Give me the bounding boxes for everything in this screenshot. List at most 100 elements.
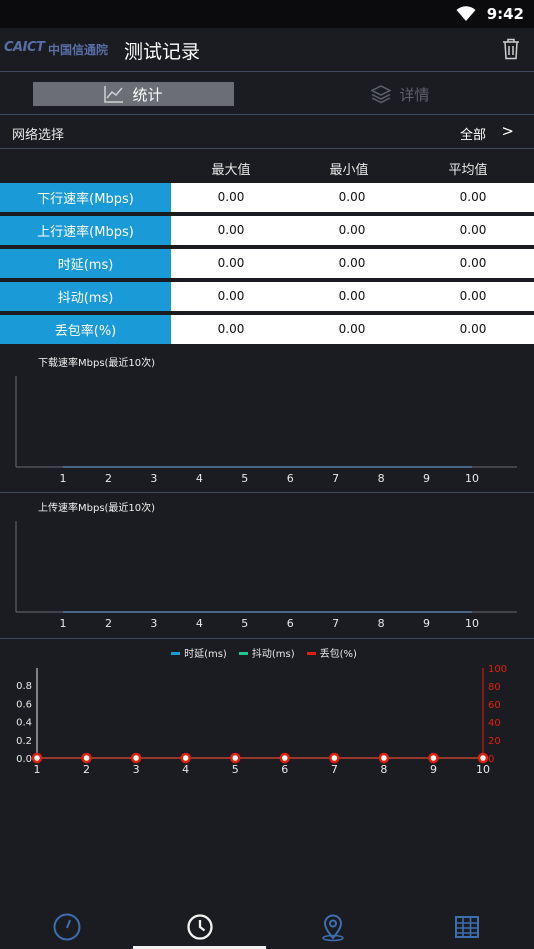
divider bbox=[0, 492, 534, 493]
left-tick-label: 0.8 bbox=[16, 681, 32, 692]
stat-avg: 0.00 bbox=[459, 289, 487, 303]
stat-name: 下行速率(Mbps) bbox=[0, 183, 171, 212]
stat-name: 抖动(ms) bbox=[0, 282, 171, 311]
location-pin-icon[interactable] bbox=[318, 912, 348, 942]
stat-max: 0.00 bbox=[217, 256, 245, 270]
tab-bar: 统计 详情 bbox=[0, 76, 534, 112]
left-tick-label: 0.6 bbox=[16, 699, 32, 710]
data-point bbox=[81, 752, 92, 764]
x-tick-label: 1 bbox=[34, 763, 41, 776]
upload-speed-chart: 1 2 3 4 5 6 7 8 9 10 bbox=[15, 521, 517, 630]
page-title: 测试记录 bbox=[124, 41, 201, 63]
stat-min: 0.00 bbox=[338, 322, 366, 336]
stats-header: 最大值 最小值 平均值 bbox=[0, 150, 534, 182]
x-tick-label: 7 bbox=[331, 763, 338, 776]
left-tick-label: 0.0 bbox=[16, 754, 32, 765]
right-tick-label: 80 bbox=[488, 682, 501, 693]
data-point bbox=[378, 752, 390, 764]
stat-name: 丢包率(%) bbox=[0, 315, 171, 344]
x-tick-label: 9 bbox=[430, 763, 437, 776]
stat-row-latency: 时延(ms) 0.00 0.00 0.00 bbox=[0, 249, 534, 278]
clock-icon[interactable] bbox=[185, 912, 215, 942]
tab-details[interactable]: 详情 bbox=[300, 82, 501, 106]
stat-name: 上行速率(Mbps) bbox=[0, 216, 171, 245]
header-min: 最小值 bbox=[329, 163, 369, 178]
bottom-nav bbox=[0, 904, 534, 949]
x-tick-label: 3 bbox=[133, 763, 140, 776]
wifi-icon bbox=[456, 6, 476, 21]
x-tick-label: 2 bbox=[105, 617, 112, 630]
logo-org: 中国信通院 bbox=[48, 43, 109, 57]
stat-min: 0.00 bbox=[338, 256, 366, 270]
data-point bbox=[180, 752, 191, 764]
stat-name: 时延(ms) bbox=[0, 249, 171, 278]
stat-row-download: 下行速率(Mbps) 0.00 0.00 0.00 bbox=[0, 183, 534, 212]
legend-loss: 丢包(%) bbox=[306, 645, 357, 660]
x-tick-label: 6 bbox=[287, 617, 294, 630]
tab-statistics[interactable]: 统计 bbox=[33, 82, 234, 106]
x-tick-label: 5 bbox=[241, 617, 248, 630]
x-tick-label: 6 bbox=[287, 472, 294, 485]
caict-logo: CAICT 中国信通院 bbox=[4, 40, 112, 58]
stat-row-jitter: 抖动(ms) 0.00 0.00 0.00 bbox=[0, 282, 534, 311]
stat-row-upload: 上行速率(Mbps) 0.00 0.00 0.00 bbox=[0, 216, 534, 245]
x-tick-label: 10 bbox=[465, 472, 479, 485]
x-tick-label: 2 bbox=[105, 472, 112, 485]
stat-min: 0.00 bbox=[338, 190, 366, 204]
stat-row-packet-loss: 丢包率(%) 0.00 0.00 0.00 bbox=[0, 315, 534, 344]
stat-min: 0.00 bbox=[338, 223, 366, 237]
data-point bbox=[279, 752, 291, 764]
x-tick-label: 4 bbox=[182, 763, 189, 776]
x-tick-label: 10 bbox=[476, 763, 490, 776]
x-tick-label: 5 bbox=[232, 763, 239, 776]
stat-avg: 0.00 bbox=[459, 256, 487, 270]
data-point bbox=[31, 752, 43, 764]
network-select-label: 网络选择 bbox=[12, 128, 65, 143]
x-tick-label: 1 bbox=[60, 472, 67, 485]
data-point bbox=[229, 752, 241, 764]
tab-details-label: 详情 bbox=[399, 85, 430, 104]
x-tick-label: 10 bbox=[465, 617, 479, 630]
x-tick-label: 6 bbox=[281, 763, 288, 776]
status-time: 9:42 bbox=[486, 5, 524, 23]
stat-avg: 0.00 bbox=[459, 190, 487, 204]
right-tick-label: 40 bbox=[488, 718, 501, 729]
stat-avg: 0.00 bbox=[459, 322, 487, 336]
right-tick-label: 60 bbox=[488, 700, 501, 711]
stat-max: 0.00 bbox=[217, 190, 245, 204]
header-max: 最大值 bbox=[211, 163, 251, 178]
legend-latency: 时延(ms) bbox=[171, 645, 227, 660]
x-tick-label: 3 bbox=[150, 472, 157, 485]
chart-legend: 时延(ms) 抖动(ms) 丢包(%) bbox=[0, 645, 534, 660]
header-avg: 平均值 bbox=[448, 163, 488, 178]
stat-avg: 0.00 bbox=[459, 223, 487, 237]
network-select-row[interactable]: 网络选择 全部 > bbox=[0, 114, 534, 149]
x-tick-label: 7 bbox=[332, 617, 339, 630]
download-chart-title: 下载速率Mbps(最近10次) bbox=[38, 358, 156, 369]
x-tick-label: 9 bbox=[423, 472, 430, 485]
trash-icon[interactable] bbox=[500, 37, 522, 61]
chevron-right-icon: > bbox=[501, 122, 514, 140]
x-tick-label: 8 bbox=[380, 763, 387, 776]
network-select-value: 全部 bbox=[459, 128, 486, 143]
layers-icon bbox=[371, 85, 392, 104]
x-tick-label: 5 bbox=[241, 472, 248, 485]
tab-statistics-label: 统计 bbox=[132, 85, 163, 104]
legend-jitter: 抖动(ms) bbox=[238, 645, 295, 660]
status-bar: 9:42 bbox=[0, 0, 534, 28]
stat-max: 0.00 bbox=[217, 289, 245, 303]
left-tick-label: 0.2 bbox=[16, 736, 32, 747]
stat-max: 0.00 bbox=[217, 223, 245, 237]
speedometer-icon[interactable] bbox=[52, 912, 82, 942]
x-tick-label: 8 bbox=[378, 472, 385, 485]
table-grid-icon[interactable] bbox=[452, 912, 482, 942]
right-tick-label: 100 bbox=[488, 664, 507, 675]
download-speed-chart: 1 2 3 4 5 6 7 8 9 10 bbox=[15, 376, 517, 485]
right-tick-label: 20 bbox=[488, 736, 501, 747]
divider bbox=[0, 638, 534, 639]
stat-min: 0.00 bbox=[338, 289, 366, 303]
x-tick-label: 9 bbox=[423, 617, 430, 630]
x-tick-label: 3 bbox=[150, 617, 157, 630]
line-chart-icon bbox=[104, 86, 124, 103]
x-tick-label: 4 bbox=[196, 617, 203, 630]
